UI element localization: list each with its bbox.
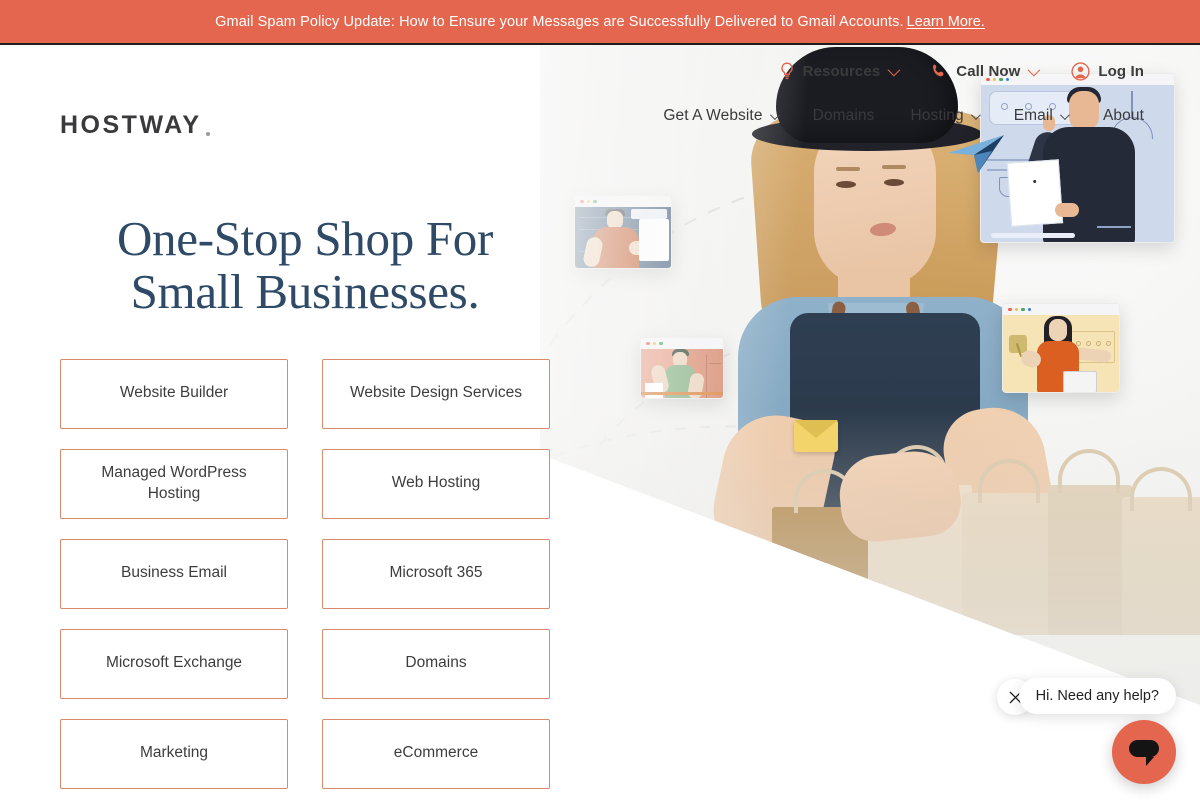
illustration-card-laptop-woman bbox=[1002, 303, 1120, 393]
nav-item-label: About bbox=[1102, 107, 1144, 124]
service-button-website-builder[interactable]: Website Builder bbox=[60, 358, 288, 429]
envelope-icon bbox=[794, 420, 838, 452]
utility-navigation: Resources Call Now Log In bbox=[0, 45, 1200, 97]
service-button-grid: Website Builder Website Design Services … bbox=[60, 358, 550, 789]
utility-item-label: Call Now bbox=[956, 62, 1021, 80]
chat-launcher-button[interactable] bbox=[1112, 720, 1176, 784]
announcement-learn-more-link[interactable]: Learn More. bbox=[907, 14, 985, 30]
utility-item-call-now[interactable]: Call Now bbox=[931, 62, 1041, 80]
primary-nav-links: Get A Website Domains Hosting Email Abou… bbox=[663, 107, 1144, 125]
nav-item-label: Email bbox=[1013, 107, 1053, 124]
service-button-domains[interactable]: Domains bbox=[322, 628, 550, 699]
chevron-down-icon bbox=[970, 109, 981, 120]
chat-bubble-icon bbox=[1129, 740, 1159, 766]
page-title: One-Stop Shop For Small Businesses. bbox=[116, 211, 494, 319]
chat-greeting-bubble[interactable]: Hi. Need any help? bbox=[1018, 678, 1176, 714]
nav-item-label: Domains bbox=[812, 107, 875, 124]
service-button-web-hosting[interactable]: Web Hosting bbox=[322, 448, 550, 519]
nav-item-domains[interactable]: Domains bbox=[813, 107, 875, 125]
nav-item-get-a-website[interactable]: Get A Website bbox=[663, 107, 780, 125]
illustration-card-orange-shirt bbox=[574, 195, 672, 269]
service-button-microsoft-365[interactable]: Microsoft 365 bbox=[322, 538, 550, 609]
hero-content: One-Stop Shop For Small Businesses. Webs… bbox=[60, 211, 550, 789]
card-titlebar bbox=[575, 196, 671, 207]
illustration-card-green-tank bbox=[640, 337, 724, 399]
main-navigation-bar: HOSTWAY Get A Website Domains Hosting Em… bbox=[0, 97, 1200, 153]
utility-item-log-in[interactable]: Log In bbox=[1071, 61, 1144, 81]
chevron-down-icon bbox=[887, 63, 901, 76]
shopping-bags bbox=[772, 445, 1200, 635]
chevron-down-icon bbox=[1059, 109, 1070, 120]
phone-icon bbox=[933, 64, 944, 76]
page-body: Resources Call Now Log In HOSTWAY Get A … bbox=[0, 45, 1200, 800]
nav-item-email[interactable]: Email bbox=[1013, 107, 1070, 125]
utility-item-label: Log In bbox=[1098, 62, 1144, 80]
logo-dot bbox=[205, 132, 210, 136]
nav-item-label: Hosting bbox=[910, 107, 964, 124]
service-button-website-design-services[interactable]: Website Design Services bbox=[322, 358, 550, 429]
utility-item-label: Resources bbox=[802, 62, 881, 80]
announcement-banner: Gmail Spam Policy Update: How to Ensure … bbox=[0, 0, 1200, 45]
user-circle-icon bbox=[1071, 61, 1091, 81]
service-button-ecommerce[interactable]: eCommerce bbox=[322, 718, 550, 789]
nav-item-hosting[interactable]: Hosting bbox=[910, 107, 981, 125]
nav-item-about[interactable]: About bbox=[1103, 107, 1144, 125]
card-titlebar bbox=[1003, 304, 1119, 315]
announcement-text: Gmail Spam Policy Update: How to Ensure … bbox=[215, 13, 904, 30]
chevron-down-icon bbox=[769, 109, 780, 120]
service-button-business-email[interactable]: Business Email bbox=[60, 538, 288, 609]
hostway-logo[interactable]: HOSTWAY bbox=[60, 111, 210, 140]
chevron-down-icon bbox=[1027, 63, 1041, 76]
utility-item-resources[interactable]: Resources bbox=[779, 62, 901, 80]
service-button-microsoft-exchange[interactable]: Microsoft Exchange bbox=[60, 628, 288, 699]
lightbulb-icon bbox=[781, 62, 793, 80]
nav-item-label: Get A Website bbox=[663, 107, 763, 124]
card-titlebar bbox=[641, 338, 723, 349]
logo-text: HOSTWAY bbox=[60, 111, 202, 139]
service-button-marketing[interactable]: Marketing bbox=[60, 718, 288, 789]
service-button-managed-wordpress-hosting[interactable]: Managed WordPress Hosting bbox=[60, 448, 288, 519]
